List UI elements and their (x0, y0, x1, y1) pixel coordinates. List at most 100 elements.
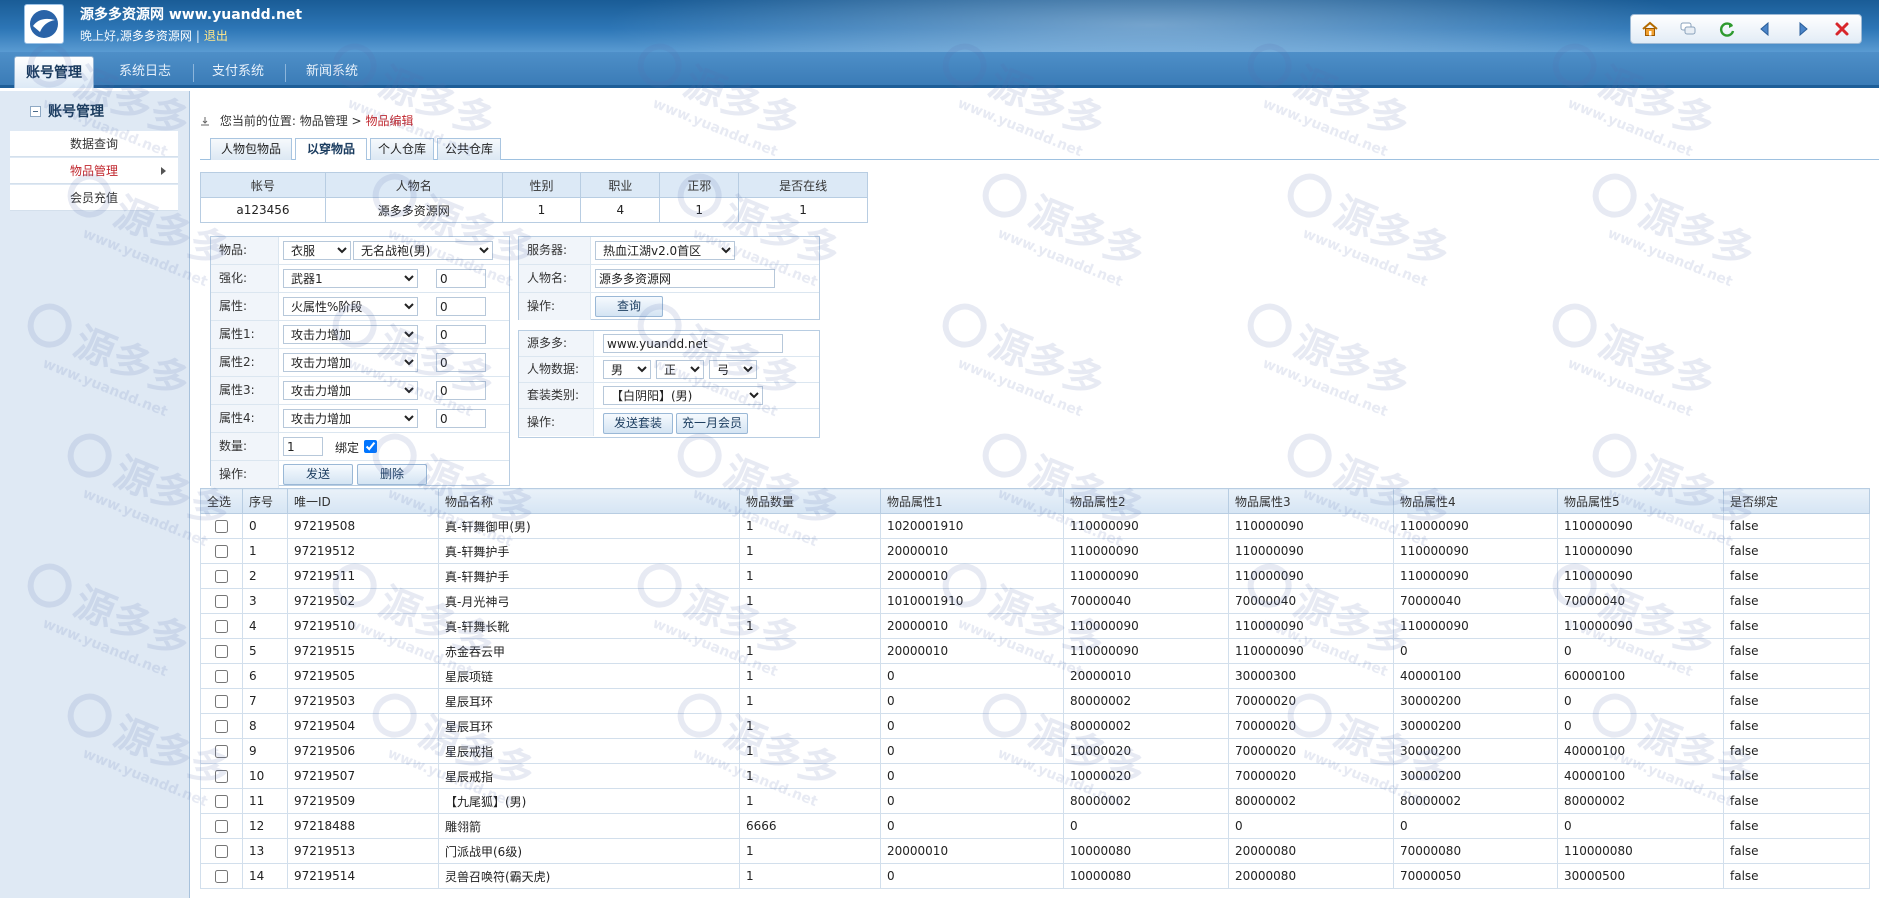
table-cell: 80000002 (1557, 788, 1724, 814)
nav-tab-system-log[interactable]: 系统日志 (105, 56, 185, 88)
attr2-select[interactable]: 攻击力增加 (283, 353, 418, 372)
row-checkbox[interactable] (214, 695, 228, 708)
server-select[interactable]: 热血江湖v2.0首区 (595, 241, 735, 260)
table-cell: 80000002 (1063, 713, 1229, 739)
row-checkbox[interactable] (214, 745, 228, 758)
table-cell: 97219507 (287, 763, 439, 789)
row-checkbox[interactable] (214, 620, 228, 633)
vip-month-button[interactable]: 充一月会员 (676, 413, 748, 434)
sidebar-item-item-management[interactable]: 物品管理 (10, 158, 178, 184)
table-cell: 97219502 (287, 588, 439, 614)
table-cell: 97219515 (287, 638, 439, 664)
form-label: 操作: (519, 293, 591, 320)
item-name-select[interactable]: 无名战袍(男) (353, 241, 493, 260)
column-header: 唯一ID (287, 488, 439, 514)
table-cell: 【九尾狐】(男) (438, 788, 740, 814)
row-checkbox[interactable] (214, 845, 228, 858)
tab-equipped-items[interactable]: 以穿物品 (295, 138, 367, 160)
table-row[interactable]: 12 97218488 雕翎箭 6666 0 0 0 0 0 false (200, 813, 1870, 839)
row-checkbox[interactable] (214, 520, 228, 533)
form-row-set-actions: 操作: 发送套装 充一月会员 (519, 409, 819, 437)
row-checkbox[interactable] (214, 795, 228, 808)
bind-checkbox[interactable] (364, 440, 377, 453)
attr4-select[interactable]: 攻击力增加 (283, 409, 418, 428)
send-set-button[interactable]: 发送套装 (603, 413, 673, 434)
select-all-header[interactable]: 全选 (200, 488, 243, 514)
table-row[interactable]: 6 97219505 星辰项链 1 0 20000010 30000300 40000100 6… (200, 663, 1870, 689)
table-row[interactable]: 14 97219514 灵兽召唤符(霸天虎) 1 0 10000080 20000080 70… (200, 863, 1870, 889)
table-row[interactable]: 9 97219506 星辰戒指 1 0 10000020 70000020 30000200 4… (200, 738, 1870, 764)
sidebar-header[interactable]: 账号管理 (10, 101, 178, 123)
row-checkbox[interactable] (214, 570, 228, 583)
table-row[interactable]: 7 97219503 星辰耳环 1 0 80000002 70000020 30000200 0… (200, 688, 1870, 714)
close-icon[interactable] (1827, 17, 1857, 41)
row-checkbox[interactable] (214, 545, 228, 558)
table-cell: 6666 (739, 813, 881, 839)
collapse-icon[interactable] (30, 106, 41, 117)
set-type-select[interactable]: 【白阴阳】(男) (603, 386, 763, 405)
form-label: 套装类别: (519, 383, 594, 408)
table-cell: 97219512 (287, 538, 439, 564)
attr2-value-input[interactable] (436, 353, 486, 372)
quantity-input[interactable] (283, 437, 323, 456)
table-cell: 6 (242, 663, 288, 689)
row-checkbox[interactable] (214, 770, 228, 783)
send-button[interactable]: 发送 (283, 464, 353, 485)
table-row[interactable]: 0 97219508 真-轩舞御甲(男) 1 1020001910 110000090 11… (200, 513, 1870, 539)
query-button[interactable]: 查询 (595, 296, 663, 317)
attr3-value-input[interactable] (436, 381, 486, 400)
table-row[interactable]: 13 97219513 门派战甲(6级) 1 20000010 10000080 20000… (200, 838, 1870, 864)
home-icon[interactable] (1635, 17, 1665, 41)
logout-link[interactable]: 退出 (204, 29, 228, 43)
table-row[interactable]: 3 97219502 真-月光神弓 1 1010001910 70000040 700000… (200, 588, 1870, 614)
breadcrumb-path[interactable]: 物品管理 (300, 114, 348, 128)
table-cell: 门派战甲(6级) (438, 838, 740, 864)
item-type-select[interactable]: 衣服 (283, 241, 351, 260)
nav-tab-news[interactable]: 新闻系统 (292, 56, 372, 88)
delete-button[interactable]: 删除 (357, 464, 427, 485)
tab-public-warehouse[interactable]: 公共仓库 (437, 138, 501, 160)
table-cell: false (1723, 813, 1870, 839)
gender-select[interactable]: 男 (603, 360, 651, 379)
row-checkbox[interactable] (214, 720, 228, 733)
character-name-input[interactable] (595, 269, 775, 288)
alignment-select[interactable]: 正 (656, 360, 704, 379)
tab-personal-warehouse[interactable]: 个人仓库 (370, 138, 434, 160)
sidebar-item-vip-recharge[interactable]: 会员充值 (10, 185, 178, 211)
row-checkbox[interactable] (214, 595, 228, 608)
enhance-value-input[interactable] (436, 269, 486, 288)
weapon-select[interactable]: 弓 (709, 360, 757, 379)
tab-backpack-items[interactable]: 人物包物品 (210, 138, 292, 160)
row-checkbox[interactable] (214, 670, 228, 683)
row-checkbox[interactable] (214, 645, 228, 658)
table-row[interactable]: 8 97219504 星辰耳环 1 0 80000002 70000020 30000200 0… (200, 713, 1870, 739)
table-cell: 0 (880, 688, 1064, 714)
nav-tab-account[interactable]: 账号管理 (14, 56, 94, 88)
back-arrow-icon[interactable] (1750, 17, 1780, 41)
table-row[interactable]: 1 97219512 真-轩舞护手 1 20000010 110000090 1100000… (200, 538, 1870, 564)
row-checkbox[interactable] (214, 870, 228, 883)
attribute-value-input[interactable] (436, 297, 486, 316)
refresh-icon[interactable] (1712, 17, 1742, 41)
nav-tab-payment[interactable]: 支付系统 (198, 56, 278, 88)
attr4-value-input[interactable] (436, 409, 486, 428)
row-checkbox[interactable] (214, 820, 228, 833)
forward-arrow-icon[interactable] (1788, 17, 1818, 41)
table-row[interactable]: 11 97219509 【九尾狐】(男) 1 0 80000002 80000002 8000… (200, 788, 1870, 814)
site-input[interactable] (603, 334, 783, 353)
attribute-select[interactable]: 火属性%阶段 (283, 297, 418, 316)
chat-icon[interactable] (1673, 17, 1703, 41)
enhance-select[interactable]: 武器1 (283, 269, 418, 288)
table-cell: 1 (739, 638, 881, 664)
row-select-cell (200, 688, 243, 714)
attr1-select[interactable]: 攻击力增加 (283, 325, 418, 344)
sidebar-item-data-query[interactable]: 数据查询 (10, 131, 178, 157)
column-header: 物品属性3 (1228, 488, 1394, 514)
table-row[interactable]: 2 97219511 真-轩舞护手 1 20000010 110000090 1100000… (200, 563, 1870, 589)
table-row[interactable]: 10 97219507 星辰戒指 1 0 10000020 70000020 30000200… (200, 763, 1870, 789)
table-row[interactable]: 5 97219515 赤金吞云甲 1 20000010 110000090 11000009… (200, 638, 1870, 664)
attr3-select[interactable]: 攻击力增加 (283, 381, 418, 400)
table-row[interactable]: 4 97219510 真-轩舞长靴 1 20000010 110000090 1100000… (200, 613, 1870, 639)
table-cell: 110000090 (1557, 563, 1724, 589)
attr1-value-input[interactable] (436, 325, 486, 344)
